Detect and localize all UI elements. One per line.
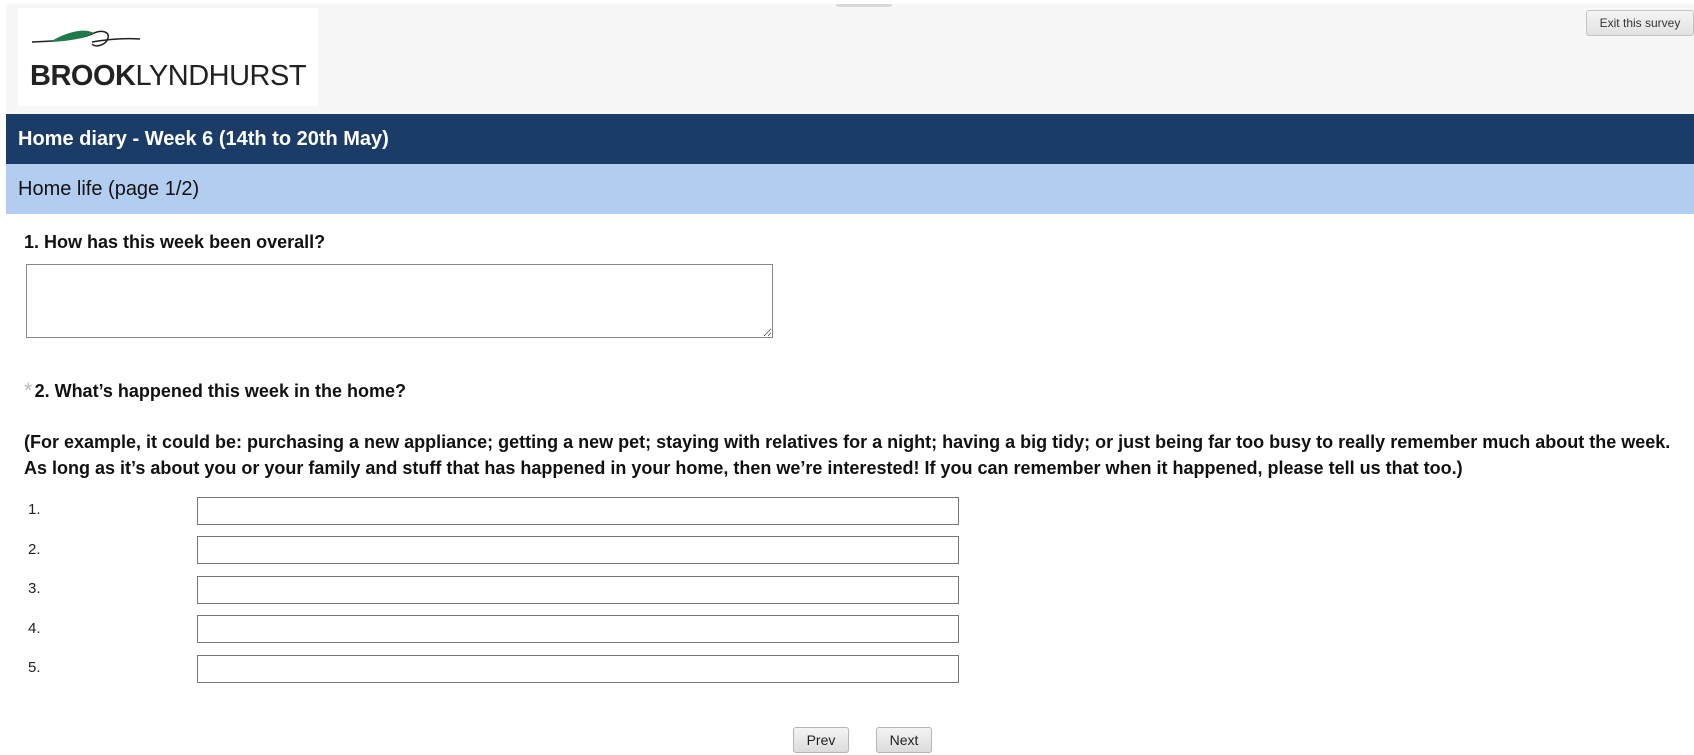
exit-survey-button[interactable]: Exit this survey [1586,10,1694,36]
logo-wordmark: BROOKLYNDHURST [30,60,307,93]
survey-title-bar: Home diary - Week 6 (14th to 20th May) [6,114,1694,164]
question-2-header: * 2. What’s happened this week in the ho… [24,378,406,404]
question-2-label: 2. What’s happened this week in the home… [34,380,406,401]
prev-button[interactable]: Prev [793,727,849,753]
question-2-description: (For example, it could be: purchasing a … [24,432,1671,478]
brooklyndhurst-logo: BROOKLYNDHURST [18,8,318,106]
answer-row-5-input[interactable] [197,655,959,683]
answer-row-2-label: 2. [28,541,41,558]
answer-row-3-input[interactable] [197,576,959,604]
answer-row-2-input[interactable] [197,536,959,564]
answer-row-4-input[interactable] [197,615,959,643]
page-title-bar: Home life (page 1/2) [6,164,1694,214]
answer-row-5-label: 5. [28,659,41,676]
survey-title: Home diary - Week 6 (14th to 20th May) [18,127,389,150]
question-1-textarea[interactable] [26,264,773,338]
answer-row-3-label: 3. [28,580,41,597]
logo-brand-bold: BROOK [30,60,136,92]
next-button[interactable]: Next [876,727,932,753]
question-1-label: 1. How has this week been overall? [24,232,326,252]
top-tab-decoration [836,4,892,7]
answer-row-1-input[interactable] [197,497,959,525]
logo-swoosh-icon [31,30,140,47]
answer-row-4-label: 4. [28,620,41,637]
page-title: Home life (page 1/2) [18,177,200,200]
logo-brand-regular: LYNDHURST [135,60,307,92]
required-asterisk-icon: * [24,378,33,403]
answer-row-1-label: 1. [28,501,41,518]
